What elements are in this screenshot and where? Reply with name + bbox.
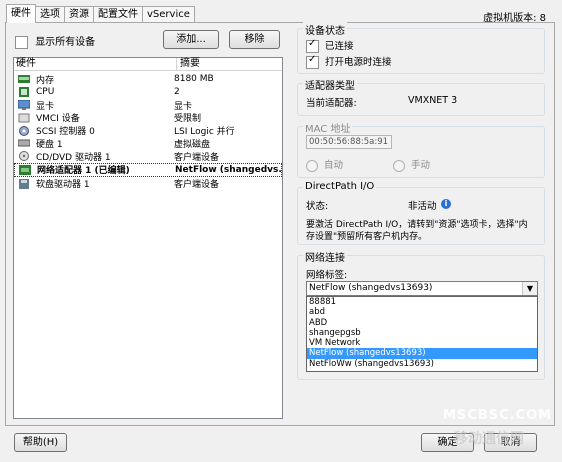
memory-icon (18, 74, 30, 84)
show-all-devices-label: 显示所有设备 (35, 37, 96, 48)
floppy-drive-icon (18, 178, 30, 189)
adapter-type-title: 适配器类型 (303, 77, 357, 92)
mac-manual-label: 手动 (411, 160, 431, 171)
mac-manual-option[interactable]: 手动 (393, 157, 430, 172)
tab-vservice[interactable]: vService (142, 6, 195, 23)
chevron-down-icon[interactable]: ▼ (522, 282, 537, 295)
add-button[interactable]: 添加... (163, 30, 219, 49)
show-all-devices-row[interactable]: 显示所有设备 (15, 33, 95, 49)
current-adapter-value: VMXNET 3 (408, 95, 458, 106)
network-dropdown-list: 88881 abd ABD shangepgsb VM Network NetF… (306, 296, 538, 372)
adapter-type-group: 适配器类型 当前适配器: VMXNET 3 (297, 77, 545, 116)
hardware-summary: 受限制 (174, 114, 202, 125)
mac-address-field[interactable]: 00:50:56:88:5a:91 (306, 135, 392, 149)
network-option[interactable]: VM Network (307, 338, 537, 348)
column-header-hardware[interactable]: 硬件 (14, 58, 177, 70)
directpath-status-value: 非活动 (408, 201, 437, 212)
hardware-name: SCSI 控制器 0 (36, 127, 95, 138)
info-icon[interactable]: i (441, 198, 451, 209)
connect-at-power-on-label: 打开电源时连接 (325, 57, 392, 68)
hardware-row-hard-disk[interactable]: 硬盘 1 虚拟磁盘 (14, 137, 282, 150)
connected-label: 已连接 (325, 41, 354, 52)
mac-address-group: MAC 地址 00:50:56:88:5a:91 自动 手动 (297, 120, 545, 178)
hardware-summary: 显卡 (174, 101, 193, 112)
hardware-summary: LSI Logic 并行 (174, 127, 235, 138)
video-card-icon (17, 99, 31, 110)
mac-auto-label: 自动 (324, 160, 344, 171)
hardware-row-cd-dvd[interactable]: CD/DVD 驱动器 1 客户端设备 (14, 150, 282, 163)
hardware-name: 网络适配器 1 (已编辑) (37, 166, 130, 177)
cd-dvd-icon (18, 151, 30, 162)
network-option[interactable]: abd (307, 307, 537, 317)
directpath-note-line2: 存设置"预留所有客户机内存。 (306, 232, 428, 242)
tab-resources[interactable]: 资源 (64, 6, 94, 23)
hardware-list: 硬件 摘要 内存 8180 MB CPU 2 显卡 显卡 VMCI 设备 受限制… (13, 57, 283, 419)
hard-disk-icon (17, 138, 31, 148)
cpu-icon (18, 87, 30, 98)
tab-hardware[interactable]: 硬件 (6, 4, 36, 23)
mac-auto-radio[interactable] (306, 159, 318, 172)
hardware-list-header: 硬件 摘要 (14, 58, 282, 71)
hardware-summary: 客户端设备 (174, 152, 220, 163)
hardware-name: VMCI 设备 (36, 114, 80, 125)
vmci-device-icon (18, 113, 30, 123)
hardware-name: 内存 (36, 75, 55, 86)
hardware-name: 软盘驱动器 1 (36, 180, 90, 191)
tab-options[interactable]: 选项 (35, 6, 65, 23)
network-selected-value: NetFlow (shangedvs13693) (309, 283, 433, 293)
scsi-controller-icon (18, 125, 30, 136)
directpath-status-label: 状态: (306, 201, 329, 212)
hardware-summary: 2 (174, 87, 180, 98)
column-header-summary[interactable]: 摘要 (177, 58, 200, 70)
hardware-row-video-card[interactable]: 显卡 显卡 (14, 99, 282, 112)
hardware-summary: 8180 MB (174, 74, 214, 85)
connect-at-power-on-row[interactable]: 打开电源时连接 (306, 54, 392, 69)
hardware-row-vmci[interactable]: VMCI 设备 受限制 (14, 111, 282, 124)
remove-button[interactable]: 移除 (229, 30, 280, 49)
mac-manual-radio[interactable] (393, 159, 405, 172)
hardware-summary: 虚拟磁盘 (174, 139, 211, 150)
network-connection-title: 网络连接 (303, 249, 347, 264)
network-option[interactable]: 88881 (307, 297, 537, 307)
hardware-row-memory[interactable]: 内存 8180 MB (14, 73, 282, 86)
mac-address-title: MAC 地址 (303, 120, 353, 135)
network-option-highlighted[interactable]: NetFlow (shangedvs13693) (307, 348, 537, 359)
hardware-name: CD/DVD 驱动器 1 (36, 152, 111, 163)
device-status-title: 设备状态 (303, 22, 347, 37)
connect-at-power-on-checkbox[interactable] (306, 54, 319, 69)
network-option[interactable]: ABD (307, 318, 537, 328)
hardware-row-cpu[interactable]: CPU 2 (14, 86, 282, 99)
network-option[interactable]: NetFloWw (shangedvs13693) (307, 359, 537, 369)
hardware-row-network-adapter[interactable]: 网络适配器 1 (已编辑) NetFlow (shangedvs... (14, 162, 282, 178)
mac-auto-option[interactable]: 自动 (306, 157, 343, 172)
connected-row[interactable]: 已连接 (306, 38, 354, 53)
device-status-group: 设备状态 已连接 打开电源时连接 (297, 22, 545, 74)
watermark-line2: 移动通信网 (454, 431, 524, 447)
hardware-row-floppy[interactable]: 软盘驱动器 1 客户端设备 (14, 177, 282, 190)
hardware-name: 硬盘 1 (36, 139, 63, 150)
hardware-row-scsi[interactable]: SCSI 控制器 0 LSI Logic 并行 (14, 124, 282, 137)
directpath-title: DirectPath I/O (303, 181, 377, 192)
watermark-line1: MSCBSC.COM (443, 408, 553, 423)
hardware-name: CPU (36, 87, 55, 98)
help-button[interactable]: 帮助(H) (14, 433, 67, 452)
tab-profiles[interactable]: 配置文件 (93, 6, 143, 23)
tab-bar: 硬件 选项 资源 配置文件 vService (6, 4, 195, 23)
current-adapter-label: 当前适配器: (306, 98, 357, 109)
hardware-summary: NetFlow (shangedvs... (175, 164, 281, 175)
connected-checkbox[interactable] (306, 38, 319, 53)
directpath-group: DirectPath I/O 状态: 非活动 i 要激活 DirectPath … (297, 181, 545, 245)
network-option[interactable]: shangepgsb (307, 328, 537, 338)
hardware-name: 显卡 (36, 101, 55, 112)
network-label-select[interactable]: NetFlow (shangedvs13693) ▼ (306, 281, 538, 296)
hardware-summary: 客户端设备 (174, 180, 220, 191)
network-adapter-icon (19, 164, 31, 175)
network-label-caption: 网络标签: (306, 270, 348, 281)
show-all-devices-checkbox[interactable] (15, 35, 28, 49)
